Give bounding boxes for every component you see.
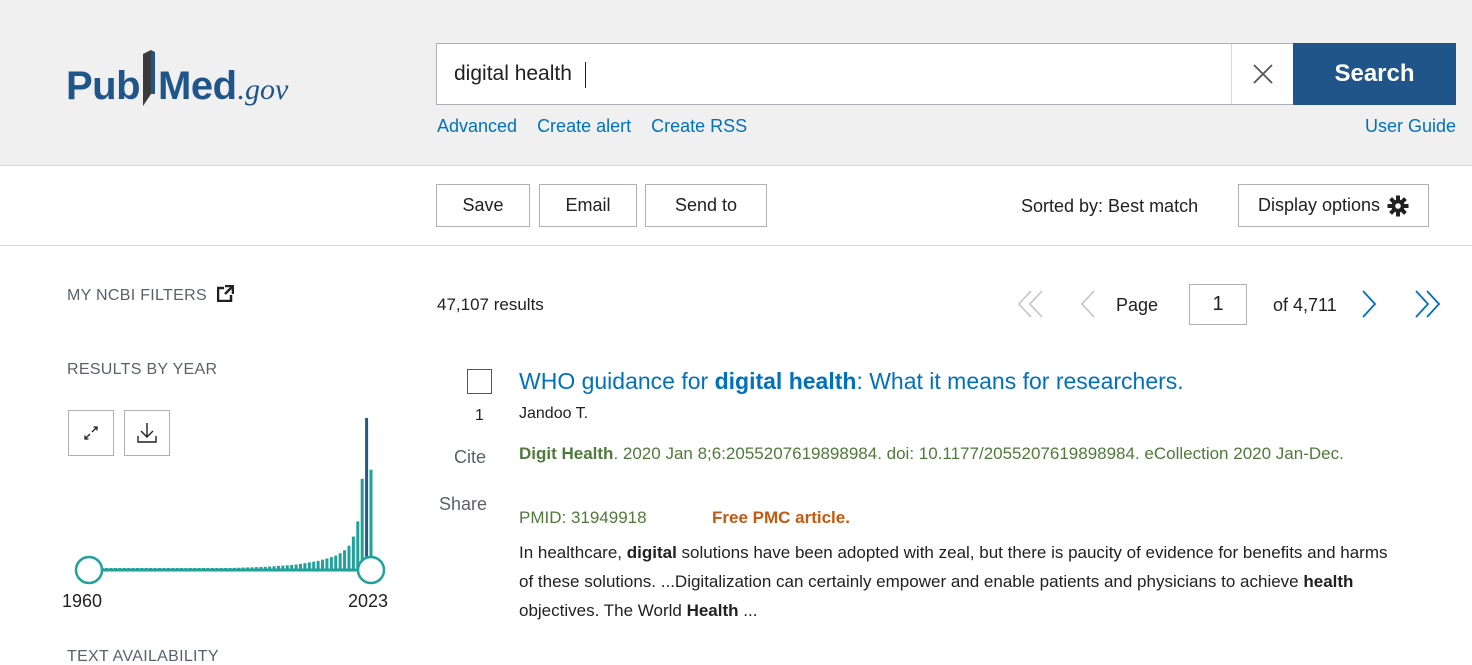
logo-med: Med bbox=[158, 64, 237, 108]
free-pmc-badge: Free PMC article. bbox=[712, 508, 850, 527]
article-authors: Jandoo T. bbox=[519, 405, 589, 422]
search-input[interactable] bbox=[437, 44, 1227, 104]
display-options-label: Display options bbox=[1257, 195, 1381, 215]
year-start-handle[interactable] bbox=[74, 555, 104, 585]
results-toolbar: Save Email Send to Sorted by: Best match… bbox=[0, 166, 1472, 246]
advanced-link[interactable]: Advanced bbox=[437, 116, 517, 137]
user-guide-link[interactable]: User Guide bbox=[1365, 116, 1456, 137]
year-bar[interactable] bbox=[325, 558, 329, 570]
my-ncbi-filters-heading[interactable]: MY NCBI FILTERS bbox=[67, 285, 234, 305]
display-options-button[interactable]: Display options bbox=[1238, 184, 1429, 227]
send-to-button[interactable]: Send to bbox=[645, 184, 767, 227]
pubmed-logo[interactable]: Pub Med .gov bbox=[66, 36, 288, 106]
citation-details: . 2020 Jan 8;6:2055207619898984. doi: 10… bbox=[613, 444, 1344, 463]
first-page-icon[interactable] bbox=[1016, 288, 1046, 320]
create-alert-link[interactable]: Create alert bbox=[537, 116, 631, 137]
snippet-text: ... bbox=[738, 601, 758, 620]
sort-dropdown[interactable]: Sorted by: Best match bbox=[1021, 196, 1198, 217]
text-availability-heading: TEXT AVAILABILITY bbox=[67, 648, 219, 665]
results-count: 47,107 results bbox=[437, 295, 544, 314]
clear-search-button[interactable] bbox=[1231, 44, 1293, 104]
snippet-text: In healthcare, bbox=[519, 543, 627, 562]
external-link-icon bbox=[216, 285, 234, 302]
snippet-highlight: health bbox=[1303, 572, 1354, 591]
article-title-link[interactable]: WHO guidance for digital health: What it… bbox=[519, 368, 1184, 395]
search-button[interactable]: Search bbox=[1293, 43, 1456, 105]
close-icon bbox=[1252, 64, 1273, 84]
total-pages-label: of 4,711 bbox=[1273, 295, 1337, 315]
search-box bbox=[436, 43, 1294, 105]
next-page-icon[interactable] bbox=[1359, 288, 1379, 320]
results-by-year-heading: RESULTS BY YEAR bbox=[67, 361, 218, 378]
my-ncbi-filters-label: MY NCBI FILTERS bbox=[67, 287, 207, 304]
article-citation: Digit Health. 2020 Jan 8;6:2055207619898… bbox=[519, 437, 1399, 471]
prev-page-icon[interactable] bbox=[1078, 288, 1098, 320]
article-snippet: In healthcare, digital solutions have be… bbox=[519, 538, 1399, 625]
save-button[interactable]: Save bbox=[436, 184, 530, 227]
share-button[interactable]: Share bbox=[439, 494, 487, 515]
journal-name: Digit Health bbox=[519, 444, 614, 463]
logo-gov: .gov bbox=[237, 73, 289, 106]
year-start-label: 1960 bbox=[62, 591, 103, 611]
search-links: Advanced Create alert Create RSS bbox=[437, 116, 747, 137]
year-bar[interactable] bbox=[334, 555, 338, 570]
year-bar[interactable] bbox=[321, 559, 325, 570]
last-page-icon[interactable] bbox=[1412, 288, 1442, 320]
result-number: 1 bbox=[475, 407, 484, 424]
text-caret bbox=[585, 62, 586, 88]
title-highlight: digital health bbox=[714, 368, 857, 394]
title-part: : What it means for researchers. bbox=[856, 368, 1184, 394]
gear-icon bbox=[1387, 195, 1409, 216]
year-bar[interactable] bbox=[351, 536, 355, 570]
logo-pub: Pub bbox=[66, 64, 141, 108]
year-bar[interactable] bbox=[369, 469, 373, 570]
year-bar[interactable] bbox=[343, 550, 347, 570]
year-end-handle[interactable] bbox=[356, 555, 386, 585]
email-button[interactable]: Email bbox=[539, 184, 637, 227]
snippet-text: objectives. The World bbox=[519, 601, 687, 620]
result-checkbox[interactable] bbox=[467, 369, 492, 394]
title-part: WHO guidance for bbox=[519, 368, 715, 394]
year-bar[interactable] bbox=[365, 418, 369, 570]
header: Pub Med .gov Search Advanced Create aler… bbox=[0, 0, 1472, 166]
year-bar[interactable] bbox=[338, 553, 342, 570]
snippet-highlight: Health bbox=[686, 601, 739, 620]
year-end-label: 2023 bbox=[348, 591, 389, 611]
create-rss-link[interactable]: Create RSS bbox=[651, 116, 747, 137]
logo-book-icon bbox=[143, 50, 156, 106]
page-number-input[interactable] bbox=[1189, 284, 1247, 325]
year-bar[interactable] bbox=[347, 545, 351, 570]
page-label: Page bbox=[1116, 295, 1159, 315]
article-pmid: PMID: 31949918 bbox=[519, 508, 647, 527]
results-by-year-chart[interactable] bbox=[60, 408, 405, 598]
year-bar[interactable] bbox=[360, 478, 364, 570]
cite-button[interactable]: Cite bbox=[454, 447, 486, 468]
year-bar[interactable] bbox=[329, 557, 333, 570]
snippet-highlight: digital bbox=[626, 543, 677, 562]
